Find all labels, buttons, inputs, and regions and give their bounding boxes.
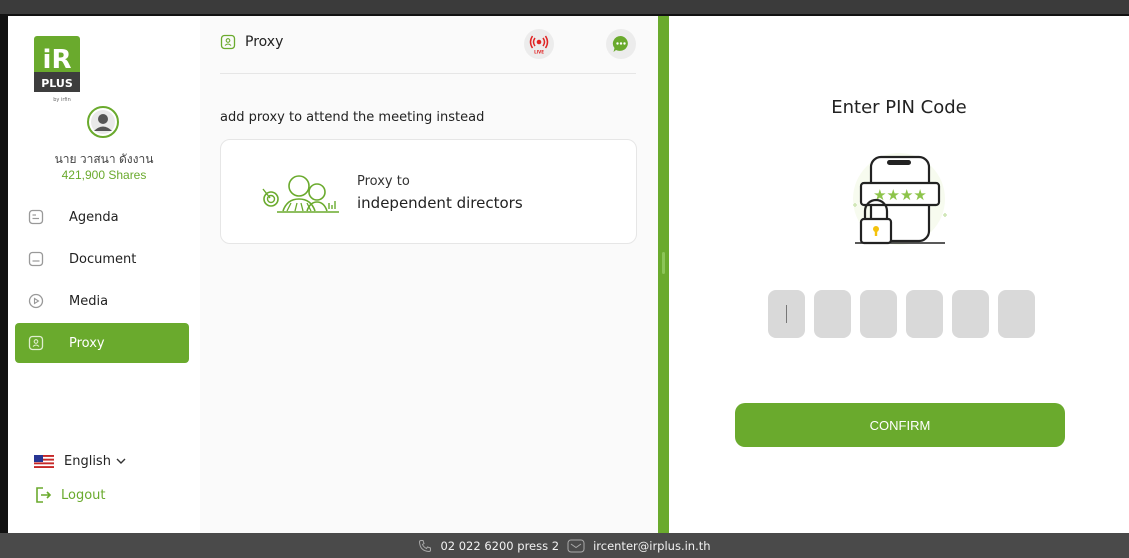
logo-bottom-text: PLUS	[41, 77, 73, 90]
panel-header: Proxy LIVE	[220, 16, 636, 74]
sidebar: iR PLUS by irfin นาย วาสนา ดังงาน 421,90…	[8, 16, 200, 533]
pin-panel: Enter PIN Code ★★★★ CONFIRM	[669, 16, 1129, 533]
user-avatar-icon	[91, 110, 115, 134]
pin-digit-4[interactable]	[906, 290, 943, 338]
pin-digit-6[interactable]	[998, 290, 1035, 338]
pin-digit-2[interactable]	[814, 290, 851, 338]
proxy-panel: Proxy LIVE add proxy to attend the meeti…	[200, 16, 658, 533]
logout-icon	[36, 487, 52, 503]
proxy-description: add proxy to attend the meeting instead	[220, 110, 485, 125]
directors-group-icon	[261, 173, 341, 221]
live-badge-text: LIVE	[534, 50, 544, 55]
card-label-line2: independent directors	[357, 194, 523, 212]
avatar[interactable]	[87, 106, 119, 138]
proxy-icon	[27, 334, 45, 352]
proxy-icon	[220, 34, 236, 50]
sidebar-item-label: Document	[69, 251, 137, 267]
sidebar-item-proxy[interactable]: Proxy	[15, 323, 189, 363]
language-label: English	[64, 454, 111, 469]
logo-tagline: by irfin	[53, 97, 71, 103]
resize-grip[interactable]	[662, 252, 665, 274]
footer-email[interactable]: ircenter@irplus.in.th	[593, 539, 710, 553]
live-button[interactable]: LIVE	[524, 29, 554, 59]
footer-phone[interactable]: 02 022 6200 press 2	[440, 539, 559, 553]
media-play-icon	[27, 292, 45, 310]
agenda-icon	[27, 208, 45, 226]
logout-label: Logout	[61, 487, 106, 503]
phone-icon	[418, 539, 432, 553]
window-top-bar	[0, 0, 1129, 14]
phone-lock-illustration-icon: ★★★★	[843, 151, 955, 251]
irplus-logo[interactable]: iR PLUS by irfin	[32, 34, 82, 106]
pin-input-group	[768, 290, 1035, 338]
pin-digit-1[interactable]	[768, 290, 805, 338]
language-selector[interactable]: English	[34, 454, 126, 469]
page-title: Proxy	[220, 34, 283, 50]
pin-digit-5[interactable]	[952, 290, 989, 338]
email-icon	[567, 539, 585, 553]
footer: 02 022 6200 press 2 ircenter@irplus.in.t…	[0, 533, 1129, 558]
sidebar-item-label: Proxy	[69, 335, 105, 351]
sidebar-item-label: Media	[69, 293, 109, 309]
sidebar-item-agenda[interactable]: Agenda	[15, 197, 189, 237]
logo-top-text: iR	[43, 45, 72, 75]
user-shares: 421,900 Shares	[61, 168, 147, 182]
logout-button[interactable]: Logout	[34, 486, 106, 504]
live-broadcast-icon: LIVE	[529, 35, 549, 55]
us-flag-icon	[34, 455, 54, 468]
proxy-independent-directors-card[interactable]: Proxy to independent directors	[220, 139, 637, 244]
page-title-text: Proxy	[245, 34, 284, 50]
chat-bubble-icon	[612, 35, 628, 52]
chevron-down-icon	[116, 458, 126, 464]
panel-divider[interactable]	[658, 16, 669, 533]
confirm-button[interactable]: CONFIRM	[735, 403, 1065, 447]
pin-digit-3[interactable]	[860, 290, 897, 338]
user-name: นาย วาสนา ดังงาน	[54, 152, 154, 166]
document-icon	[27, 250, 45, 268]
chat-button[interactable]	[606, 29, 636, 59]
pin-title: Enter PIN Code	[831, 97, 967, 118]
card-label-line1: Proxy to	[357, 174, 410, 189]
sidebar-item-media[interactable]: Media	[15, 281, 189, 321]
sidebar-item-document[interactable]: Document	[15, 239, 189, 279]
sidebar-item-label: Agenda	[69, 209, 119, 225]
